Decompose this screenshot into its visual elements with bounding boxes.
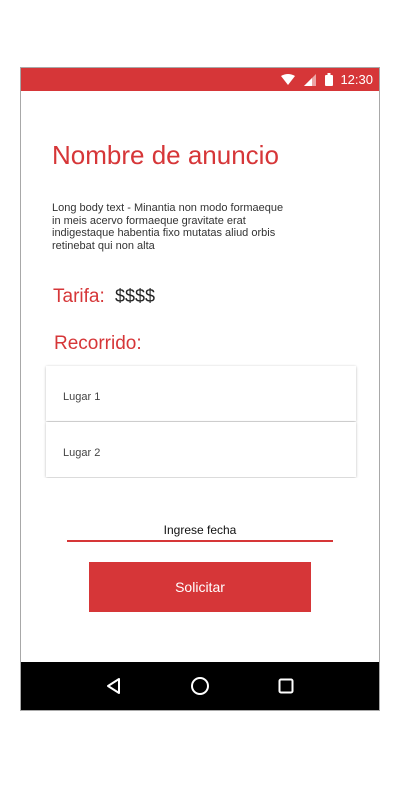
ad-title: Nombre de anuncio — [52, 140, 279, 170]
battery-icon — [325, 73, 334, 86]
fare-label: Tarifa: — [53, 286, 105, 307]
route-place-item[interactable]: Lugar 1 — [46, 366, 356, 421]
request-button[interactable]: Solicitar — [89, 562, 311, 612]
route-place-item[interactable]: Lugar 2 — [46, 422, 356, 477]
wifi-icon — [281, 73, 296, 86]
status-time: 12:30 — [340, 72, 373, 87]
date-input[interactable]: Ingrese fecha — [67, 523, 333, 537]
phone-screen: 12:30 Nombre de anuncio Long body text -… — [20, 67, 380, 711]
navigation-bar — [21, 662, 379, 710]
ad-body-text: Long body text - Minantia non modo forma… — [52, 202, 284, 252]
status-bar: 12:30 — [21, 68, 379, 91]
signal-icon — [304, 73, 317, 86]
home-icon[interactable] — [188, 674, 212, 698]
fare-value: $$$$ — [115, 286, 156, 306]
back-icon[interactable] — [102, 674, 126, 698]
date-input-underline — [67, 540, 333, 542]
route-label: Recorrido: — [54, 333, 142, 354]
recents-icon[interactable] — [274, 674, 298, 698]
route-place-label: Lugar 2 — [63, 447, 101, 459]
list-fade — [21, 478, 379, 503]
route-place-label: Lugar 1 — [63, 391, 101, 403]
